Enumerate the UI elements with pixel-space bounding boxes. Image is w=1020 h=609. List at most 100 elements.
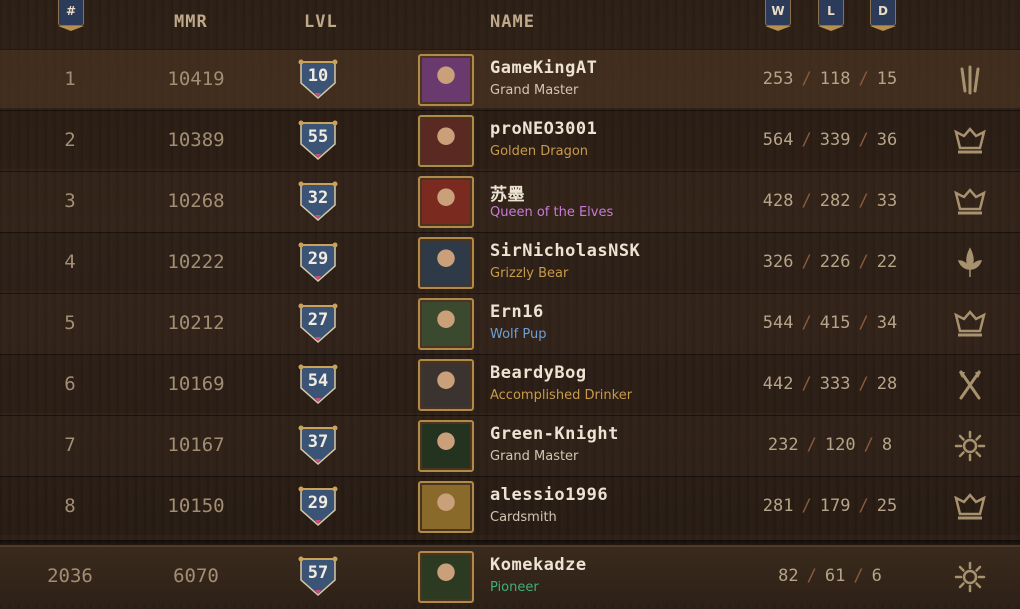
avatar[interactable] [418, 551, 474, 603]
separator: / [806, 565, 817, 586]
player-name[interactable]: alessio1996 [490, 485, 608, 505]
rank-value: 1 [64, 68, 76, 90]
level-value: 27 [307, 310, 329, 330]
leaderboard-row[interactable]: 5 10212 27 Ern16 Wolf Pup 544 / 415 / 34 [0, 293, 1020, 352]
player-name[interactable]: SirNicholasNSK [490, 241, 640, 261]
player-name[interactable]: proNEO3001 [490, 119, 597, 139]
separator: / [801, 130, 812, 150]
player-name[interactable]: GameKingAT [490, 58, 597, 78]
player-title: Grand Master [490, 449, 579, 464]
losses-value: 333 [819, 374, 851, 394]
mmr-value: 10169 [167, 373, 225, 395]
leaderboard-row[interactable]: 7 10167 37 Green-Knight Grand Master 232… [0, 415, 1020, 474]
leaderboard-row[interactable]: 1 10419 10 GameKingAT Grand Master 253 /… [0, 49, 1020, 108]
avatar[interactable] [418, 298, 474, 350]
rank-value: 7 [64, 434, 76, 456]
leaderboard-row[interactable]: 4 10222 29 SirNicholasNSK Grizzly Bear 3… [0, 232, 1020, 291]
level-value: 10 [307, 66, 329, 86]
separator: / [801, 496, 812, 516]
wins-value: 232 [767, 435, 799, 455]
avatar[interactable] [418, 176, 474, 228]
win-loss-draw: 564 / 339 / 36 [750, 111, 910, 169]
wins-value: 281 [762, 496, 794, 516]
win-loss-draw: 281 / 179 / 25 [750, 477, 910, 535]
level-shield: 29 [297, 486, 339, 528]
separator: / [801, 252, 812, 272]
leaderboard-row[interactable]: 2 10389 55 proNEO3001 Golden Dragon 564 … [0, 110, 1020, 169]
leaderboard-row[interactable]: 2036 6070 57 Komekadze Pioneer 82 / 61 / [0, 545, 1020, 604]
win-loss-draw: 326 / 226 / 22 [750, 233, 910, 291]
draws-value: 22 [876, 252, 898, 272]
separator: / [858, 130, 869, 150]
level-shield: 27 [297, 303, 339, 345]
mmr-column-header[interactable]: MMR [174, 12, 208, 32]
faction-icon [952, 247, 988, 279]
player-name[interactable]: 苏墨 [490, 180, 525, 205]
leaderboard-panel: # MMR LVL NAME W L D 1 10419 10 GameKing… [0, 0, 1020, 609]
draws-value: 8 [881, 435, 893, 455]
level-value: 54 [307, 371, 329, 391]
mmr-value: 10419 [167, 68, 225, 90]
leaderboard-row[interactable]: 8 10150 29 alessio1996 Cardsmith 281 / 1… [0, 476, 1020, 535]
avatar[interactable] [418, 481, 474, 533]
separator: / [863, 435, 874, 455]
losses-value: 120 [824, 435, 856, 455]
player-name[interactable]: Komekadze [490, 555, 587, 575]
wins-value: 544 [762, 313, 794, 333]
level-shield: 29 [297, 242, 339, 284]
wins-column-badge[interactable]: W [765, 0, 791, 26]
losses-value: 226 [819, 252, 851, 272]
losses-column-badge[interactable]: L [818, 0, 844, 26]
player-name[interactable]: Ern16 [490, 302, 544, 322]
mmr-value: 10150 [167, 495, 225, 517]
losses-value: 282 [819, 191, 851, 211]
rank-value: 2036 [47, 564, 93, 587]
mmr-value: 6070 [173, 564, 219, 587]
separator: / [858, 496, 869, 516]
faction-icon [952, 369, 988, 401]
rank-value: 5 [64, 312, 76, 334]
player-name[interactable]: Green-Knight [490, 424, 619, 444]
avatar[interactable] [418, 237, 474, 289]
player-name[interactable]: BeardyBog [490, 363, 587, 383]
avatar[interactable] [418, 359, 474, 411]
leaderboard-row[interactable]: 6 10169 54 BeardyBog Accomplished Drinke… [0, 354, 1020, 413]
level-column-header[interactable]: LVL [304, 12, 338, 32]
losses-value: 118 [819, 69, 851, 89]
avatar[interactable] [418, 54, 474, 106]
mmr-value: 10222 [167, 251, 225, 273]
separator: / [801, 374, 812, 394]
rank-value: 8 [64, 495, 76, 517]
win-loss-draw: 544 / 415 / 34 [750, 294, 910, 352]
level-shield: 55 [297, 120, 339, 162]
level-shield: 57 [297, 556, 339, 598]
draws-value: 36 [876, 130, 898, 150]
rank-value: 2 [64, 129, 76, 151]
draws-column-badge[interactable]: D [870, 0, 896, 26]
name-column-header[interactable]: NAME [490, 12, 535, 32]
wins-value: 442 [762, 374, 794, 394]
separator [0, 540, 1020, 548]
wins-value: 326 [762, 252, 794, 272]
losses-value: 415 [819, 313, 851, 333]
win-loss-draw: 232 / 120 / 8 [750, 416, 910, 474]
faction-icon [952, 186, 988, 218]
separator: / [858, 374, 869, 394]
faction-icon [952, 491, 988, 523]
faction-icon [952, 64, 988, 96]
losses-value: 179 [819, 496, 851, 516]
separator: / [858, 313, 869, 333]
leaderboard-row[interactable]: 3 10268 32 苏墨 Queen of the Elves 428 / 2… [0, 171, 1020, 230]
avatar[interactable] [418, 115, 474, 167]
avatar[interactable] [418, 420, 474, 472]
losses-value: 339 [819, 130, 851, 150]
win-loss-draw: 82 / 61 / 6 [750, 547, 910, 604]
separator: / [858, 69, 869, 89]
leaderboard-header: # MMR LVL NAME W L D [0, 0, 1020, 48]
player-title: Grizzly Bear [490, 266, 569, 281]
wins-value: 564 [762, 130, 794, 150]
rank-column-badge[interactable]: # [58, 0, 84, 26]
level-shield: 10 [297, 59, 339, 101]
level-shield: 37 [297, 425, 339, 467]
level-value: 37 [307, 432, 329, 452]
